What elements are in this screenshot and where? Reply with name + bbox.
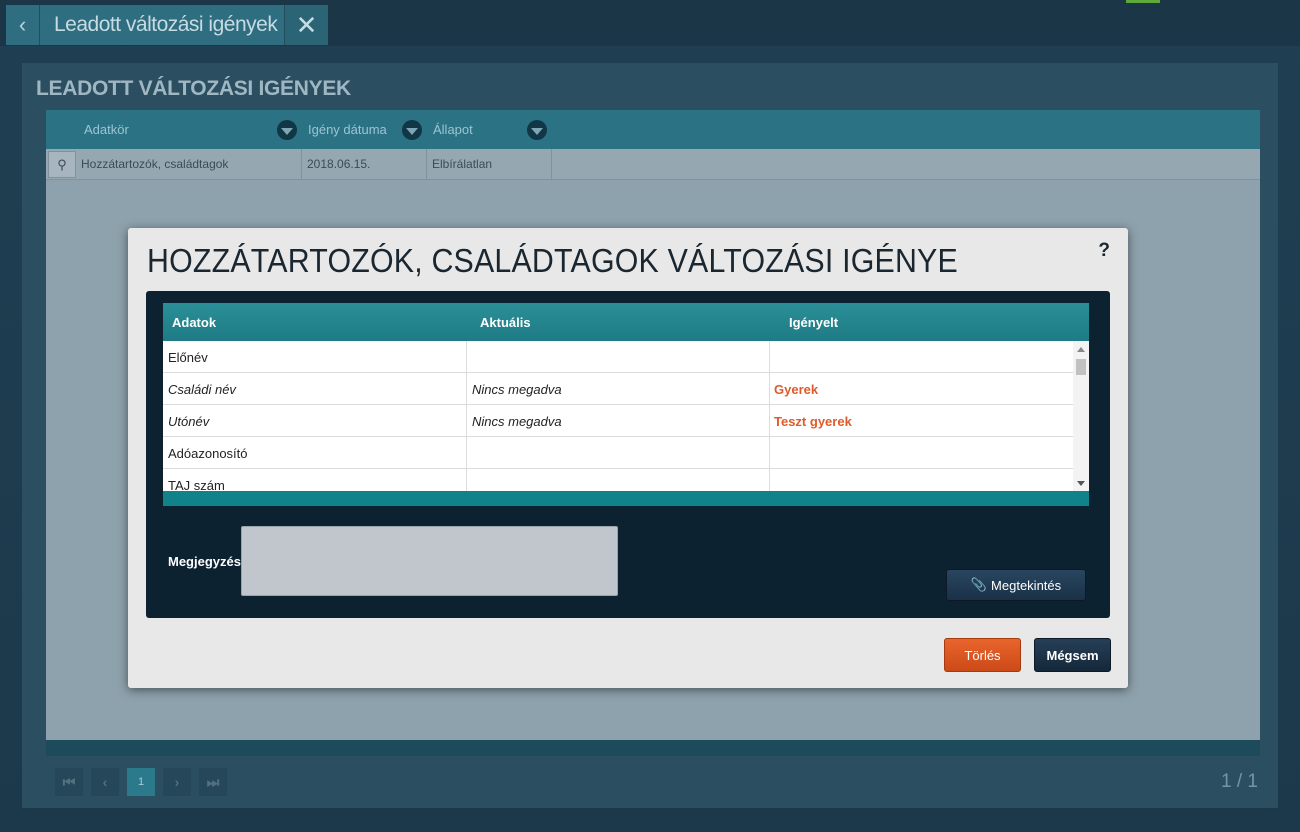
grid-header: Adatkör Igény dátuma Állapot <box>46 110 1260 149</box>
cell-adat: Adóazonosító <box>168 446 248 461</box>
last-page-icon[interactable]: ⏭ <box>199 768 227 796</box>
chevron-left-icon[interactable]: ‹ <box>6 5 40 45</box>
column-divider <box>426 149 427 180</box>
table-row: TAJ szám <box>163 469 1073 491</box>
changes-table: Adatok Aktuális Igényelt Előnév Családi … <box>163 303 1089 506</box>
column-header-aktualis: Aktuális <box>480 315 531 330</box>
first-page-icon[interactable]: ⏮ <box>55 768 83 796</box>
table-row: Előnév <box>163 341 1073 373</box>
pager: ⏮ ‹ 1 › ⏭ <box>55 768 227 796</box>
cell-datum: 2018.06.15. <box>307 157 371 171</box>
cell-igenyelt: Teszt gyerek <box>774 414 852 429</box>
next-page-icon[interactable]: › <box>163 768 191 796</box>
close-icon[interactable]: ✕ <box>284 5 328 45</box>
cell-allapot: Elbírálatlan <box>432 157 493 171</box>
table-row: Utónév Nincs megadva Teszt gyerek <box>163 405 1073 437</box>
table-footer <box>163 491 1089 506</box>
table-row[interactable]: ⚲ Hozzátartozók, családtagok 2018.06.15.… <box>46 149 1260 180</box>
column-header-datum[interactable]: Igény dátuma <box>308 122 387 137</box>
cell-igenyelt: Gyerek <box>774 382 819 397</box>
paperclip-icon: 📎 <box>970 577 988 592</box>
table-row: Családi név Nincs megadva Gyerek <box>163 373 1073 405</box>
column-divider <box>551 149 552 180</box>
help-icon[interactable]: ? <box>1098 240 1110 262</box>
scrollbar-thumb[interactable] <box>1076 359 1086 375</box>
prev-page-icon[interactable]: ‹ <box>91 768 119 796</box>
dialog-title: HOZZÁTARTOZÓK, CSALÁDTAGOK VÁLTOZÁSI IGÉ… <box>147 242 958 279</box>
search-icon[interactable]: ⚲ <box>48 151 76 178</box>
table-header: Adatok Aktuális Igényelt <box>163 303 1089 341</box>
filter-icon[interactable] <box>277 120 297 140</box>
page-count: 1 / 1 <box>1221 771 1258 792</box>
cell-adat: TAJ szám <box>168 478 225 491</box>
cell-adat: Utónév <box>168 414 210 429</box>
cancel-button[interactable]: Mégsem <box>1034 638 1111 672</box>
column-divider <box>466 341 467 491</box>
filter-icon[interactable] <box>402 120 422 140</box>
table-rows: Előnév Családi név Nincs megadva Gyerek … <box>163 341 1073 491</box>
cell-adat: Családi név <box>168 382 236 397</box>
cell-aktualis: Nincs megadva <box>472 414 562 429</box>
page-title: LEADOTT VÁLTOZÁSI IGÉNYEK <box>36 77 351 100</box>
column-header-allapot[interactable]: Állapot <box>433 122 473 137</box>
scroll-up-icon[interactable] <box>1077 347 1085 352</box>
column-header-igenyelt: Igényelt <box>789 315 839 330</box>
delete-button[interactable]: Törlés <box>944 638 1021 672</box>
cell-aktualis: Nincs megadva <box>472 382 562 397</box>
table-scrollbar[interactable] <box>1073 341 1089 491</box>
table-row: Adóazonosító <box>163 437 1073 469</box>
column-divider <box>301 149 302 180</box>
filter-icon[interactable] <box>527 120 547 140</box>
cell-adatkor: Hozzátartozók, családtagok <box>81 157 229 171</box>
dialog-body: Adatok Aktuális Igényelt Előnév Családi … <box>146 291 1110 618</box>
column-header-adatkor[interactable]: Adatkör <box>84 122 129 137</box>
column-divider <box>769 341 770 491</box>
status-indicator <box>1126 0 1160 3</box>
cell-adat: Előnév <box>168 350 208 365</box>
tab-title: Leadott változási igények <box>54 13 278 36</box>
scroll-down-icon[interactable] <box>1077 481 1085 486</box>
view-button-label: Megtekintés <box>991 577 1062 593</box>
column-header-adatok: Adatok <box>172 315 217 330</box>
page-number-button[interactable]: 1 <box>127 768 155 796</box>
request-detail-dialog: HOZZÁTARTOZÓK, CSALÁDTAGOK VÁLTOZÁSI IGÉ… <box>128 228 1128 688</box>
note-field[interactable] <box>241 526 618 596</box>
grid-footer <box>46 740 1260 756</box>
window-tab: ‹ Leadott változási igények ✕ <box>6 5 328 45</box>
view-attachment-button[interactable]: 📎 Megtekintés <box>946 569 1086 601</box>
note-label: Megjegyzés <box>168 554 241 569</box>
